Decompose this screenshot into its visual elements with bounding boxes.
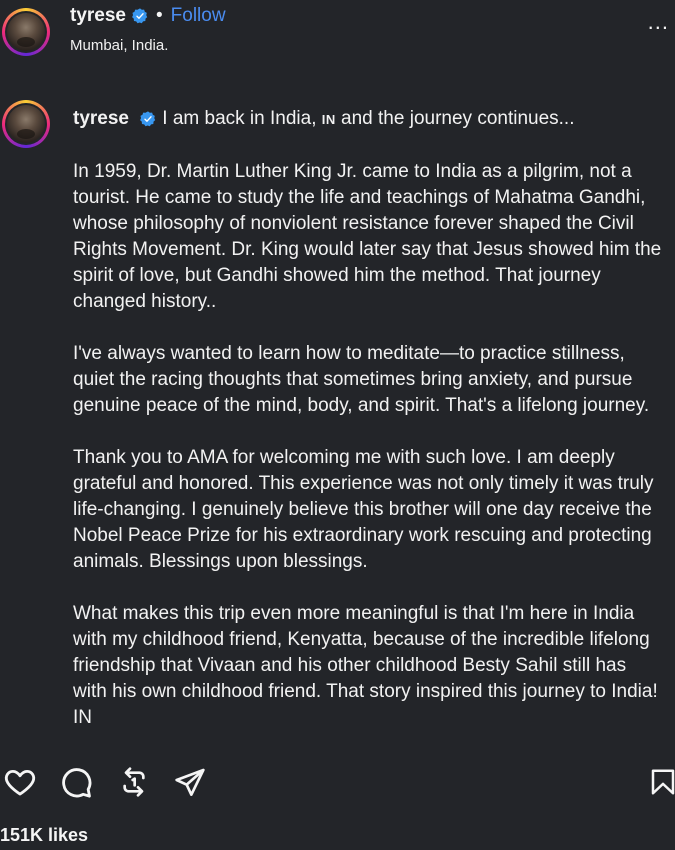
- post-page: tyrese • Follow Mumbai, India. ... tyres…: [0, 0, 675, 850]
- follow-button[interactable]: Follow: [171, 5, 226, 27]
- post-header: tyrese • Follow Mumbai, India. ...: [0, 0, 675, 70]
- avatar[interactable]: [2, 8, 50, 56]
- caption-intro: I am back in India,: [162, 108, 317, 129]
- verified-badge-icon: [140, 111, 156, 127]
- caption-paragraph: In 1959, Dr. Martin Luther King Jr. came…: [73, 161, 662, 312]
- post-caption: tyrese I am back in India, IN and the jo…: [73, 106, 663, 746]
- action-bar: [0, 762, 675, 806]
- location-link[interactable]: Mumbai, India.: [70, 37, 168, 54]
- likes-count[interactable]: 151K likes: [0, 825, 88, 846]
- caption-avatar[interactable]: [2, 100, 50, 148]
- user-line: tyrese • Follow: [70, 5, 226, 27]
- caption-paragraph: I've always wanted to learn how to medit…: [73, 343, 650, 416]
- caption-fade: [73, 730, 663, 746]
- separator-dot: •: [156, 5, 163, 26]
- caption-author-link[interactable]: tyrese: [73, 108, 129, 129]
- avatar-image: [7, 105, 45, 143]
- heart-icon[interactable]: [0, 762, 40, 802]
- caption-intro-end: and the journey continues...: [341, 108, 575, 129]
- verified-badge-icon: [132, 8, 148, 24]
- caption-paragraph: Thank you to AMA for welcoming me with s…: [73, 447, 654, 572]
- share-icon[interactable]: [170, 762, 210, 802]
- bookmark-icon[interactable]: [643, 762, 675, 802]
- avatar-image: [7, 13, 45, 51]
- caption-paragraph: What makes this trip even more meaningfu…: [73, 603, 658, 728]
- india-flag-label: IN: [321, 112, 336, 127]
- more-options-icon[interactable]: ...: [648, 11, 669, 33]
- username-link[interactable]: tyrese: [70, 5, 126, 27]
- comment-icon[interactable]: [56, 762, 96, 802]
- repost-icon[interactable]: [114, 762, 154, 802]
- caption-first-line: tyrese I am back in India, IN and the jo…: [73, 106, 663, 133]
